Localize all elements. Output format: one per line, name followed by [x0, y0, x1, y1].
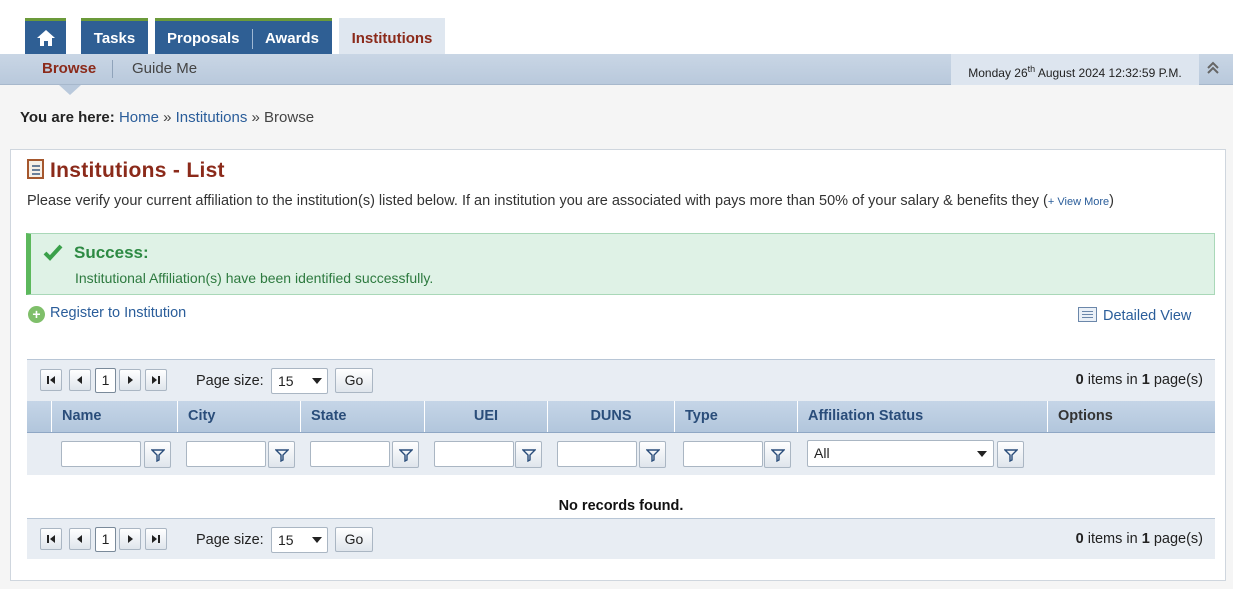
page-number-button[interactable]: 1: [95, 527, 116, 552]
add-circle-icon: +: [28, 306, 45, 323]
top-navigation: Tasks Proposals Awards Institutions: [0, 0, 1233, 54]
last-page-icon[interactable]: [145, 369, 167, 391]
column-header-uei[interactable]: UEI: [424, 401, 547, 432]
breadcrumb-prefix: You are here:: [20, 109, 115, 126]
filter-icon[interactable]: [997, 441, 1024, 468]
filter-row: All: [27, 433, 1215, 475]
filter-icon[interactable]: [764, 441, 791, 468]
pager-bottom: 1 Page size: 15 Go 0 items in 1 page(s): [27, 518, 1215, 559]
register-to-institution-link[interactable]: + Register to Institution: [28, 305, 186, 323]
tab-proposals[interactable]: Proposals: [167, 21, 240, 57]
book-icon: [27, 159, 44, 179]
tab-proposals-awards: Proposals Awards: [155, 18, 332, 54]
subnav-guide-me[interactable]: Guide Me: [132, 60, 197, 77]
tab-institutions[interactable]: Institutions: [339, 18, 445, 54]
filter-icon[interactable]: [268, 441, 295, 468]
duns-filter-input[interactable]: [557, 441, 637, 467]
pager-top: 1 Page size: 15 Go 0 items in 1 page(s): [27, 359, 1215, 401]
chevron-down-icon: [312, 537, 322, 543]
collapse-icon[interactable]: [1207, 61, 1219, 78]
tab-awards[interactable]: Awards: [265, 21, 319, 57]
go-button[interactable]: Go: [335, 527, 373, 552]
last-page-icon[interactable]: [145, 528, 167, 550]
filter-icon[interactable]: [144, 441, 171, 468]
page-size-select[interactable]: 15: [271, 527, 328, 553]
city-filter-input[interactable]: [186, 441, 266, 467]
first-page-icon[interactable]: [40, 369, 62, 391]
breadcrumb-home[interactable]: Home: [119, 109, 159, 126]
column-header-type[interactable]: Type: [674, 401, 797, 432]
grid-header: Name City State UEI DUNS Type Affiliatio…: [27, 401, 1215, 433]
uei-filter-input[interactable]: [434, 441, 514, 467]
name-filter-input[interactable]: [61, 441, 141, 467]
next-page-icon[interactable]: [119, 369, 141, 391]
list-view-icon: [1078, 307, 1097, 322]
next-page-icon[interactable]: [119, 528, 141, 550]
state-filter-input[interactable]: [310, 441, 390, 467]
subnav-divider: [112, 60, 113, 78]
chevron-down-icon: [977, 451, 987, 457]
page-size-label: Page size:: [196, 373, 264, 389]
sub-navigation: Browse Guide Me Monday 26th August 2024 …: [0, 54, 1233, 95]
first-page-icon[interactable]: [40, 528, 62, 550]
chevron-down-icon: [312, 378, 322, 384]
column-header-state[interactable]: State: [300, 401, 424, 432]
filter-icon[interactable]: [392, 441, 419, 468]
column-header-city[interactable]: City: [177, 401, 300, 432]
header-spacer: [27, 401, 51, 432]
detailed-view-link[interactable]: Detailed View: [1078, 307, 1191, 324]
prev-page-icon[interactable]: [69, 369, 91, 391]
page-title: Institutions - List: [27, 159, 225, 183]
current-datetime: Monday 26th August 2024 12:32:59 P.M.: [951, 54, 1199, 85]
breadcrumb-institutions[interactable]: Institutions: [176, 109, 248, 126]
home-icon: [36, 30, 55, 46]
breadcrumb: You are here: Home » Institutions » Brow…: [20, 109, 314, 126]
breadcrumb-separator: »: [163, 109, 172, 126]
subnav-browse[interactable]: Browse: [42, 60, 96, 77]
column-header-affiliation-status[interactable]: Affiliation Status: [797, 401, 1047, 432]
alert-message: Institutional Affiliation(s) have been i…: [75, 270, 434, 286]
tab-tasks[interactable]: Tasks: [81, 18, 148, 54]
page-size-select[interactable]: 15: [271, 368, 328, 394]
column-header-name[interactable]: Name: [51, 401, 177, 432]
page-number-button[interactable]: 1: [95, 368, 116, 393]
filter-icon[interactable]: [515, 441, 542, 468]
type-filter-input[interactable]: [683, 441, 763, 467]
prev-page-icon[interactable]: [69, 528, 91, 550]
page-description: Please verify your current affiliation t…: [27, 193, 1114, 209]
view-more-link[interactable]: + View More: [1048, 196, 1109, 208]
pager-info: 0 items in 1 page(s): [1075, 531, 1203, 547]
tab-divider: [252, 29, 253, 49]
alert-heading: Success:: [74, 243, 149, 262]
filter-icon[interactable]: [639, 441, 666, 468]
breadcrumb-separator: »: [251, 109, 260, 126]
tab-home[interactable]: [25, 18, 66, 54]
main-panel: Institutions - List Please verify your c…: [10, 149, 1226, 581]
empty-message: No records found.: [558, 498, 684, 514]
column-header-duns[interactable]: DUNS: [547, 401, 674, 432]
pager-info: 0 items in 1 page(s): [1075, 372, 1203, 388]
breadcrumb-current: Browse: [264, 109, 315, 126]
affiliation-status-select[interactable]: All: [807, 440, 994, 467]
column-header-options: Options: [1047, 401, 1215, 432]
active-indicator: [59, 85, 81, 95]
page-size-label: Page size:: [196, 532, 264, 548]
go-button[interactable]: Go: [335, 368, 373, 393]
success-alert: Success: Institutional Affiliation(s) ha…: [26, 233, 1215, 295]
institutions-grid: 1 Page size: 15 Go 0 items in 1 page(s) …: [27, 359, 1215, 589]
checkmark-icon: [43, 243, 63, 267]
